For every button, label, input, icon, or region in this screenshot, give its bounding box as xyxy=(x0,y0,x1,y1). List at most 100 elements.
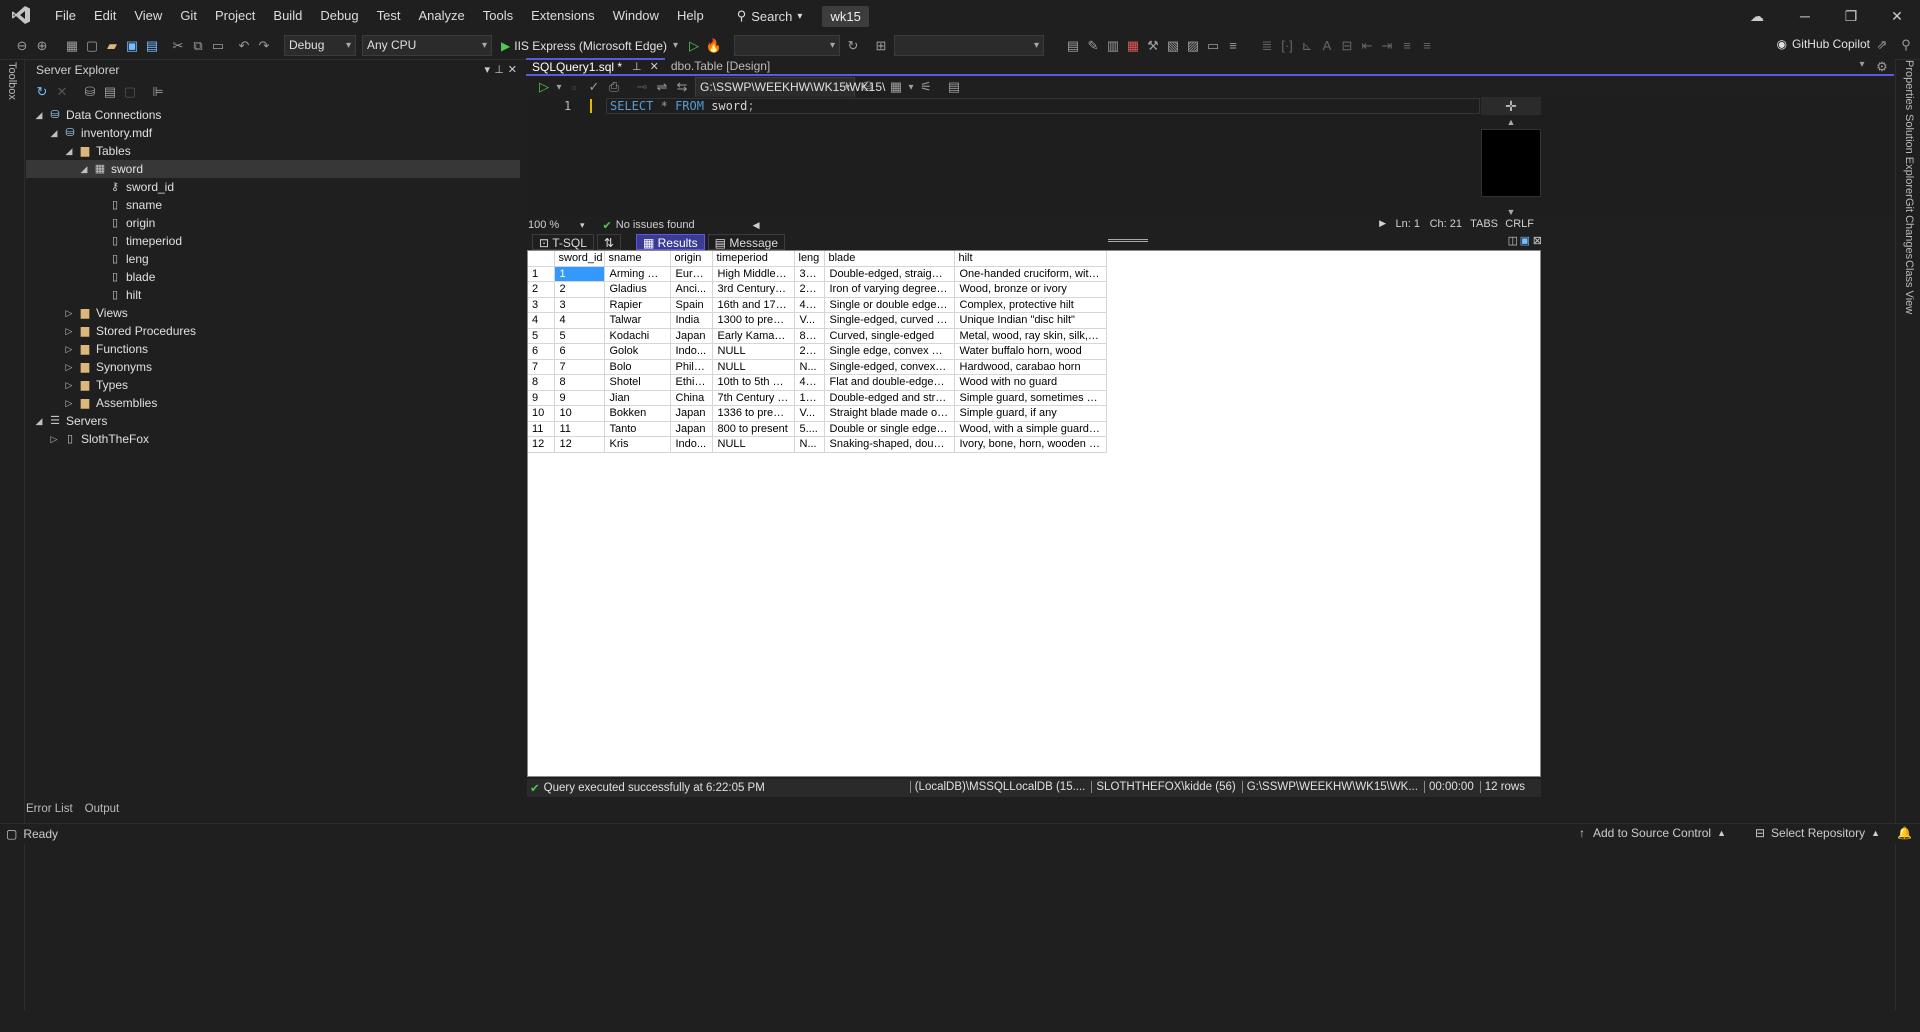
cell-leng[interactable]: V... xyxy=(794,312,825,329)
cell-timeperiod[interactable]: 7th Century BC ... xyxy=(712,390,795,406)
row-number[interactable]: 4 xyxy=(528,312,555,329)
connection-dropdown[interactable]: G:\SSWP\WEEKHW\WK15\WK15\ xyxy=(695,76,885,98)
start-without-debugging-icon[interactable]: ▷ xyxy=(684,38,704,54)
share-icon[interactable]: ⇗ xyxy=(1872,37,1892,53)
table-row[interactable]: 6 6 Golok Indo... NULL 25... Single edge, conv… xyxy=(528,343,1107,360)
add-to-source-control-button[interactable]: ↑ Add to Source Control ▲ xyxy=(1579,826,1726,840)
cell-leng[interactable]: 18... xyxy=(794,390,825,406)
panel-menu-icon[interactable]: ▾ xyxy=(484,60,490,80)
back-icon[interactable]: ⊖ xyxy=(12,38,32,54)
cell-origin[interactable]: Europe xyxy=(670,266,713,282)
tree-item-sname[interactable]: ▯ sname xyxy=(26,196,520,214)
include-plan-icon[interactable]: ▤ xyxy=(944,79,964,95)
splitter-handle[interactable] xyxy=(1108,239,1148,242)
column-header-sname[interactable]: sname xyxy=(604,251,671,267)
query-options-icon[interactable]: ⚟ xyxy=(916,79,936,95)
split-editor-icon[interactable]: ✛ xyxy=(1481,97,1541,115)
properties-icon[interactable]: ⊫ xyxy=(148,84,168,100)
cell-hilt[interactable]: Metal, wood, ray skin, silk, cotton xyxy=(954,328,1107,344)
open-folder-icon[interactable]: ▰ xyxy=(102,38,122,54)
cell-sname[interactable]: Bolo xyxy=(604,359,671,375)
github-copilot-button[interactable]: ◉ GitHub Copilot xyxy=(1776,37,1870,51)
table-row[interactable]: 3 3 Rapier Spain 16th and 17th ... 41in Single… xyxy=(528,297,1107,313)
row-number[interactable]: 12 xyxy=(528,436,555,453)
hot-reload-icon[interactable]: 🔥 xyxy=(704,38,724,54)
tool-j-icon[interactable]: ⊾ xyxy=(1297,38,1317,54)
cell-timeperiod[interactable]: 16th and 17th ... xyxy=(712,297,795,313)
run-button[interactable]: ▶ IIS Express (Microsoft Edge) ▾ xyxy=(501,39,678,53)
expand-arrow-icon[interactable]: ▷ xyxy=(64,358,74,376)
account-icon[interactable]: ☁ xyxy=(1734,0,1780,32)
validate-syntax-icon[interactable]: ✓ xyxy=(584,79,604,95)
redo-icon[interactable]: ↷ xyxy=(254,38,274,54)
menu-build[interactable]: Build xyxy=(264,0,311,32)
add-item-icon[interactable]: ▢ xyxy=(82,38,102,54)
tree-item-data-connections[interactable]: ◢ ⛁ Data Connections xyxy=(26,106,520,124)
column-header-timeperiod[interactable]: timeperiod xyxy=(712,251,795,267)
menu-tools[interactable]: Tools xyxy=(474,0,522,32)
row-number[interactable]: 9 xyxy=(528,390,555,406)
tree-item-sloththefox[interactable]: ▷ ▯ SlothTheFox xyxy=(26,430,520,448)
tree-item-hilt[interactable]: ▯ hilt xyxy=(26,286,520,304)
table-row[interactable]: 99JianChina7th Century BC ...18...Double… xyxy=(528,390,1107,406)
zoom-level[interactable]: 100 % xyxy=(528,219,580,231)
cell-origin[interactable]: Japan xyxy=(670,421,713,437)
close-window-button[interactable]: ✕ xyxy=(1874,0,1920,32)
browser-dropdown[interactable] xyxy=(893,35,1044,56)
search-button[interactable]: ⚲ Search ▾ xyxy=(727,8,813,24)
cell-timeperiod[interactable]: 10th to 5th Cen... xyxy=(712,374,795,391)
notifications-icon[interactable]: 🔔 xyxy=(1897,826,1912,840)
cell-leng[interactable]: N... xyxy=(794,359,825,375)
cell-timeperiod[interactable]: 1336 to present xyxy=(712,405,795,422)
cell-sname[interactable]: Jian xyxy=(604,390,671,406)
collapse-arrow-icon[interactable]: ◢ xyxy=(49,124,59,142)
cell-origin[interactable]: Ethio... xyxy=(670,374,713,391)
connect-database-icon[interactable]: ⛁ xyxy=(80,84,100,100)
tool-o-icon[interactable]: ≡ xyxy=(1397,38,1417,53)
platform-dropdown[interactable]: Any CPU xyxy=(362,35,492,56)
tool-e-icon[interactable]: ▨ xyxy=(1183,38,1203,54)
row-number[interactable]: 8 xyxy=(528,374,555,391)
cell-blade[interactable]: Double or single edged, strai... xyxy=(824,421,955,437)
menu-view[interactable]: View xyxy=(125,0,171,32)
git-changes-tab[interactable]: Git Changes xyxy=(1903,198,1915,259)
tab-results[interactable]: ▦ Results xyxy=(635,233,705,250)
menu-extensions[interactable]: Extensions xyxy=(522,0,604,32)
cell-timeperiod[interactable]: NULL xyxy=(712,436,795,453)
execute-dropdown-icon[interactable]: ▾ xyxy=(554,82,564,93)
menu-file[interactable]: File xyxy=(46,0,85,32)
tab-sqlquery1[interactable]: SQLQuery1.sql * ⊥ ✕ xyxy=(526,58,665,74)
target-dropdown[interactable] xyxy=(733,35,840,56)
cell-timeperiod[interactable]: NULL xyxy=(712,343,795,360)
tool-g-icon[interactable]: ≡ xyxy=(1223,38,1243,53)
cell-sword-id[interactable]: 9 xyxy=(554,390,605,406)
tree-item-assemblies[interactable]: ▷ ▆ Assemblies xyxy=(26,394,520,412)
cell-origin[interactable]: Anci... xyxy=(670,281,713,298)
cell-leng[interactable]: 24... xyxy=(794,281,825,298)
menu-analyze[interactable]: Analyze xyxy=(409,0,473,32)
tabs-indicator[interactable]: TABS xyxy=(1470,218,1498,230)
minimize-button[interactable]: ─ xyxy=(1782,0,1828,32)
tree-item-inventory-mdf[interactable]: ◢ ⛁ inventory.mdf xyxy=(26,124,520,142)
tree-item-stored-procedures[interactable]: ▷ ▆ Stored Procedures xyxy=(26,322,520,340)
row-number[interactable]: 2 xyxy=(528,281,555,298)
collapse-arrow-icon[interactable]: ◢ xyxy=(34,412,44,430)
refresh-icon[interactable]: ↻ xyxy=(843,38,863,54)
expand-arrow-icon[interactable]: ▷ xyxy=(64,322,74,340)
tab-message[interactable]: ▤ Message xyxy=(707,233,786,250)
results-dropdown-icon[interactable]: ▾ xyxy=(906,82,916,93)
cell-blade[interactable]: Single or double edged, strai... xyxy=(824,297,955,313)
cell-hilt[interactable]: Wood, with a simple guard, if any xyxy=(954,421,1107,437)
cell-timeperiod[interactable]: 800 to present xyxy=(712,421,795,437)
cell-timeperiod[interactable]: 3rd Century BC ... xyxy=(712,281,795,298)
cell-sword-id[interactable]: 12 xyxy=(554,436,605,453)
tree-item-leng[interactable]: ▯ leng xyxy=(26,250,520,268)
cell-sname[interactable]: Shotel xyxy=(604,374,671,391)
code-line[interactable]: SELECT * FROM sword; xyxy=(610,99,755,113)
cell-origin[interactable]: China xyxy=(670,390,713,406)
tab-output[interactable]: Output xyxy=(85,803,120,815)
cancel-query-icon[interactable]: ▫ xyxy=(564,80,584,95)
disconnect-icon[interactable]: ⊸ xyxy=(632,79,652,95)
cell-blade[interactable]: Single edge, convex grind xyxy=(824,343,955,360)
save-icon[interactable]: ▣ xyxy=(122,38,142,54)
